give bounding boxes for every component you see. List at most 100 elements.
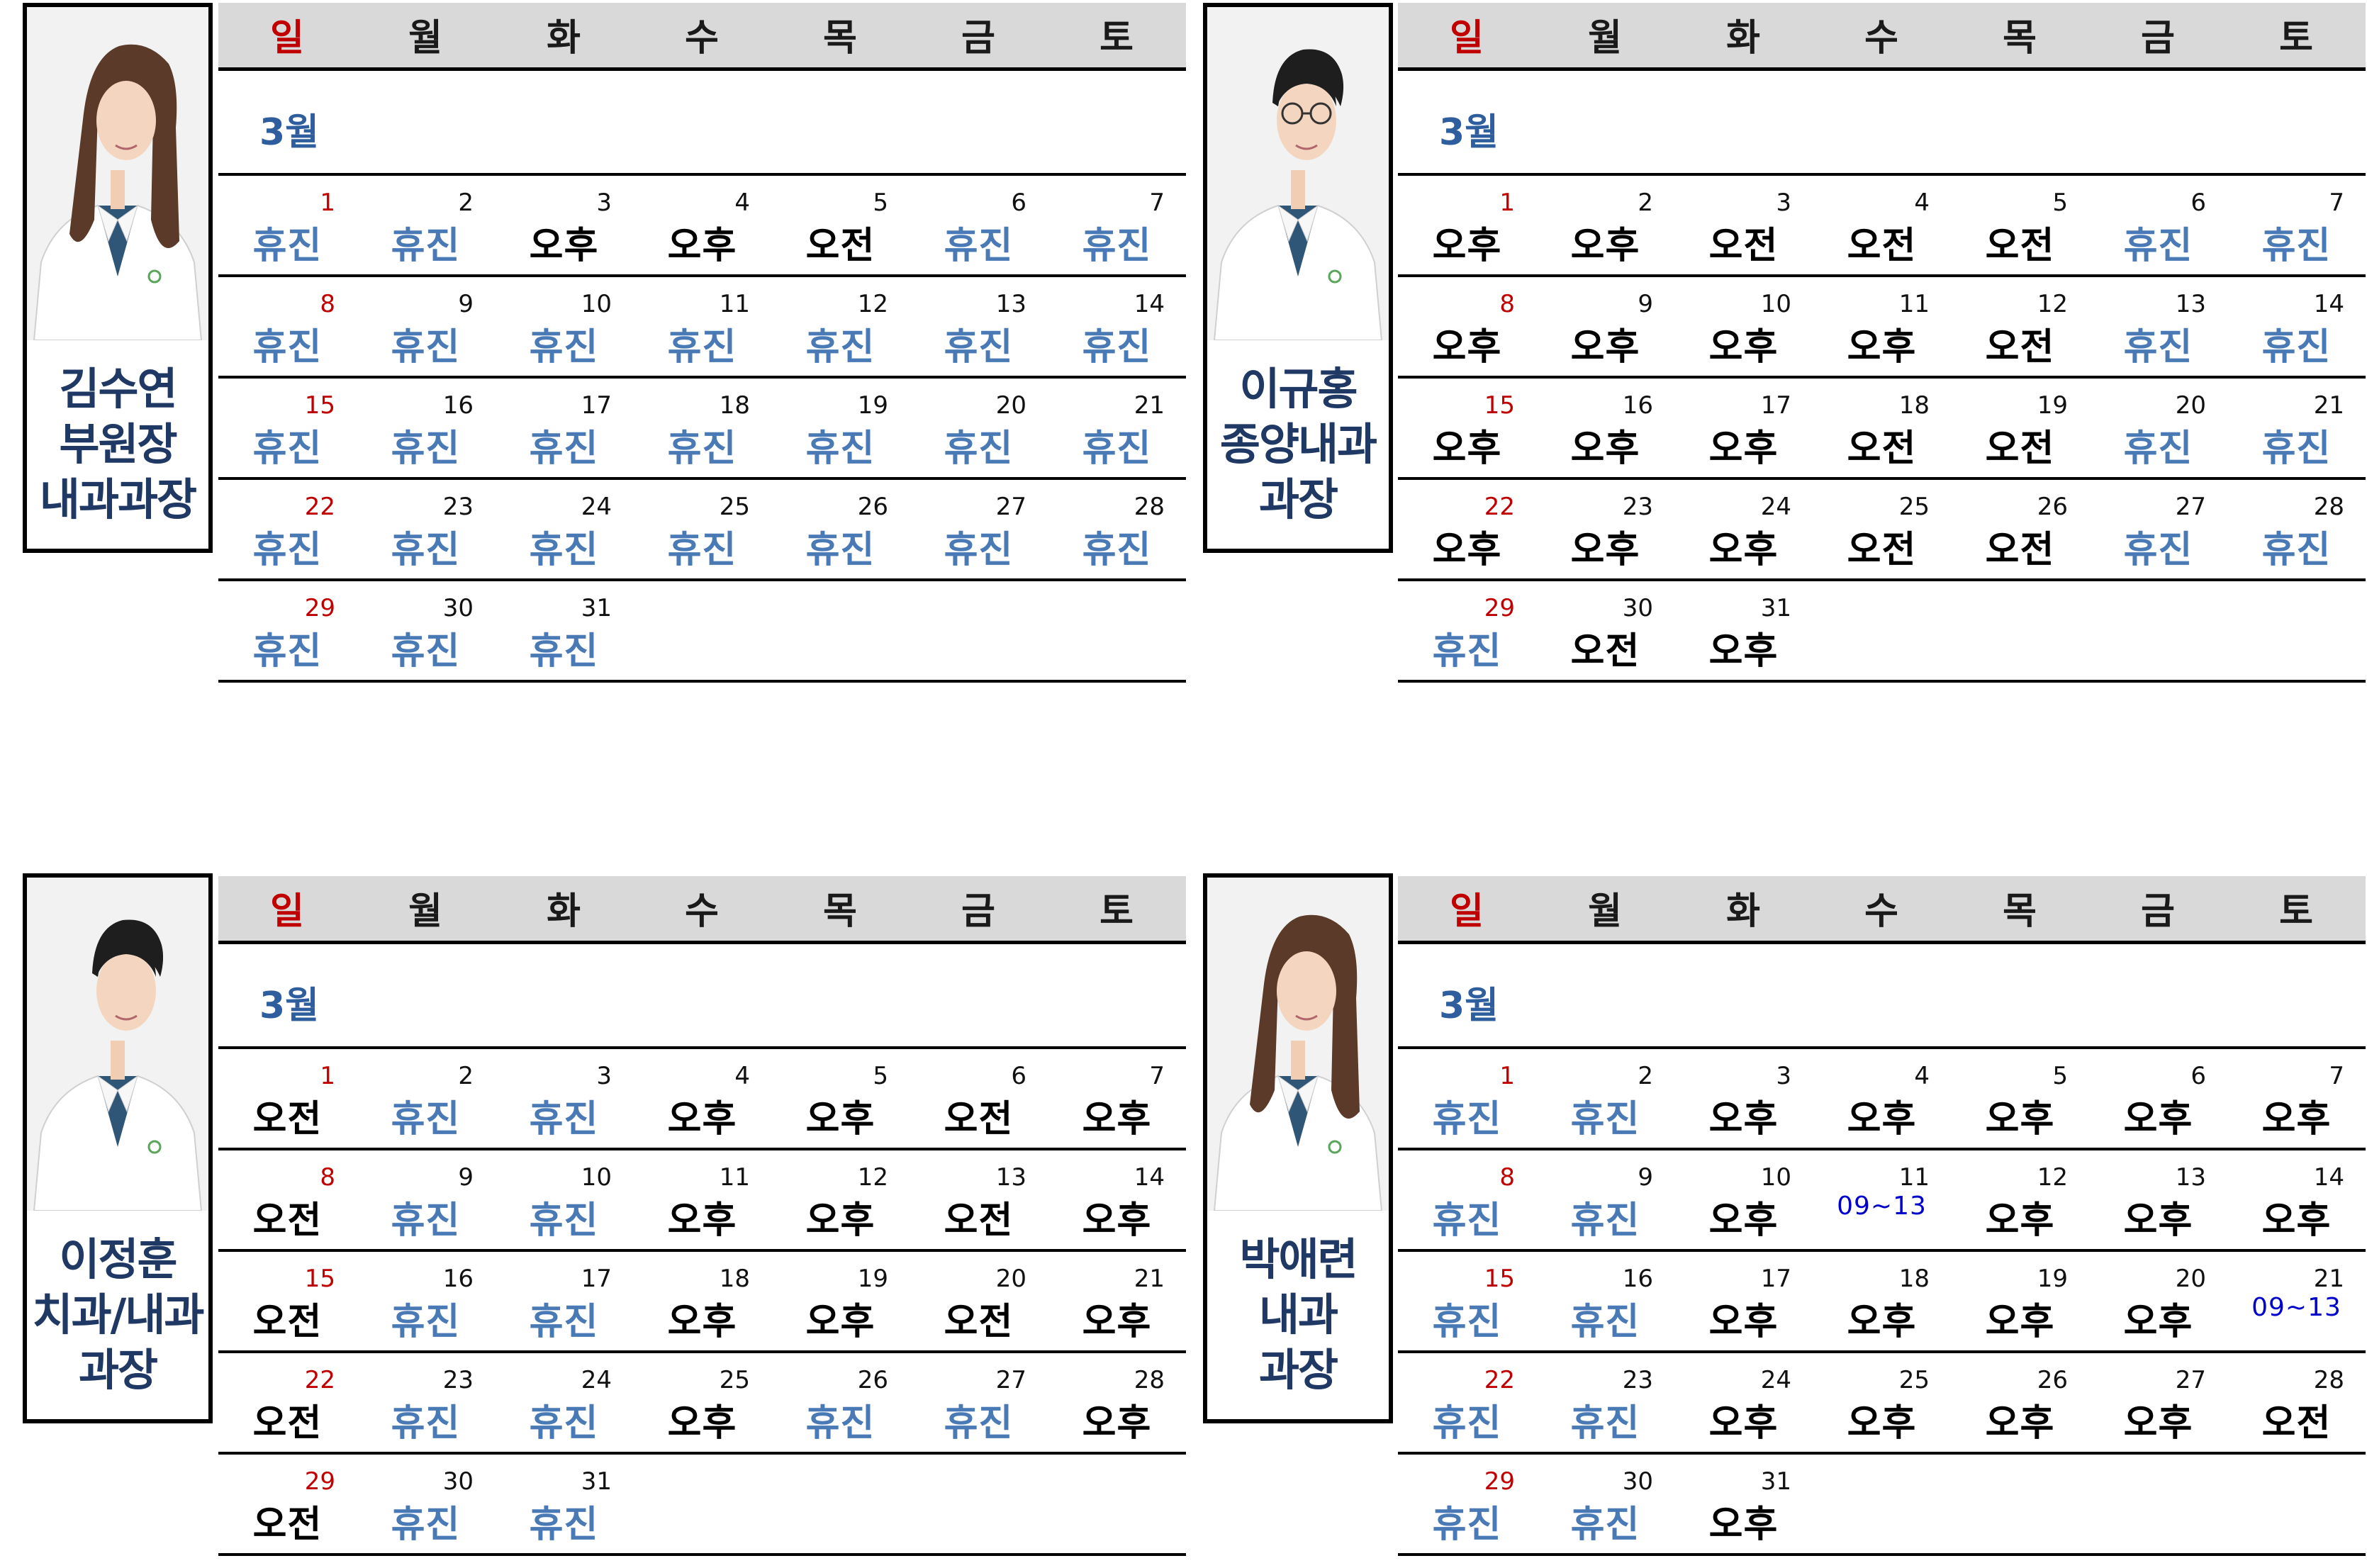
day-cell: 22 오후 <box>1398 480 1536 582</box>
day-number: 3 <box>596 189 612 217</box>
day-cell: 3 휴진 <box>495 1049 633 1151</box>
day-status: 휴진 <box>1432 630 1502 673</box>
day-status: 휴진 <box>1570 1301 1640 1343</box>
day-status: 휴진 <box>529 326 599 369</box>
doctor-name-line: 박애련 <box>1239 1233 1358 1285</box>
day-number: 27 <box>995 1366 1026 1394</box>
day-cell: 4 오전 <box>1813 176 1951 278</box>
doctor-name: 김수연 부원장 내과과장 <box>27 362 208 527</box>
day-cell: 22 휴진 <box>1398 1353 1536 1455</box>
day-status: 휴진 <box>1570 1402 1640 1445</box>
day-status: 오후 <box>1708 326 1779 369</box>
day-cell: 19 휴진 <box>771 379 910 481</box>
day-cell: 1 휴진 <box>218 176 357 278</box>
day-number: 10 <box>581 290 612 318</box>
day-number: 16 <box>442 1265 474 1293</box>
day-status: 오전 <box>944 1098 1014 1141</box>
day-cell: 3 오후 <box>495 176 633 278</box>
day-status: 오전 <box>1570 630 1640 673</box>
day-number: 31 <box>581 1467 612 1496</box>
day-number: 25 <box>719 493 750 521</box>
day-number: 21 <box>2313 1265 2344 1293</box>
day-status: 오후 <box>529 225 599 267</box>
day-cell: 27 휴진 <box>910 480 1048 582</box>
day-status: 휴진 <box>391 1098 461 1141</box>
day-number: 28 <box>2313 1366 2344 1394</box>
day-cell: 12 오후 <box>771 1150 910 1253</box>
day-cell: 15 오전 <box>218 1252 357 1354</box>
day-cell: 31 휴진 <box>495 581 633 683</box>
day-number: 11 <box>1898 290 1930 318</box>
day-number: 31 <box>1760 1467 1791 1496</box>
day-cell: 25 오후 <box>1813 1353 1951 1455</box>
day-status: 휴진 <box>1570 1199 1640 1242</box>
day-status: 오후 <box>1432 225 1502 267</box>
day-status: 휴진 <box>391 427 461 470</box>
day-number: 24 <box>1760 493 1791 521</box>
weekday-label: 일 <box>270 17 305 60</box>
day-number: 20 <box>2175 391 2206 420</box>
day-cell: 7 휴진 <box>1048 176 1186 278</box>
day-number: 23 <box>442 1366 474 1394</box>
day-number: 7 <box>2329 189 2344 217</box>
day-number: 25 <box>1898 1366 1930 1394</box>
day-status: 오후 <box>805 1199 875 1242</box>
day-cell: 15 오후 <box>1398 379 1536 481</box>
day-cell: 3 오전 <box>1674 176 1813 278</box>
day-number: 16 <box>442 391 474 420</box>
day-status: 휴진 <box>529 529 599 571</box>
month-label: 3월 <box>1439 111 1499 154</box>
day-cell: 30 휴진 <box>357 1455 495 1557</box>
weekday-label: 금 <box>2141 17 2176 60</box>
day-status: 오후 <box>1708 1098 1779 1141</box>
day-number: 15 <box>304 1265 335 1293</box>
day-cell: 1 오전 <box>218 1049 357 1151</box>
weekday-header: 일월화수목금토 <box>1398 3 2366 71</box>
day-status: 휴진 <box>1432 1199 1502 1242</box>
day-status: 휴진 <box>1432 1098 1502 1141</box>
day-cell: 11 오후 <box>633 1150 771 1253</box>
day-status: 오전 <box>252 1098 323 1141</box>
day-cell: 4 오후 <box>633 1049 771 1151</box>
day-status: 오후 <box>2123 1402 2193 1445</box>
day-number: 21 <box>2313 391 2344 420</box>
day-number: 21 <box>1134 391 1165 420</box>
day-number: 6 <box>2190 189 2206 217</box>
day-status: 오후 <box>1708 1199 1779 1242</box>
day-cell: 26 휴진 <box>771 480 910 582</box>
day-number: 18 <box>1898 1265 1930 1293</box>
day-number: 26 <box>2037 493 2068 521</box>
day-cell: 23 오후 <box>1536 480 1674 582</box>
day-cell: 24 오후 <box>1674 1353 1813 1455</box>
day-number: 6 <box>1011 189 1026 217</box>
day-status: 휴진 <box>944 529 1014 571</box>
day-status: 오후 <box>1570 326 1640 369</box>
day-cell: 9 오후 <box>1536 277 1674 379</box>
day-number: 1 <box>320 189 335 217</box>
day-number: 14 <box>2313 290 2344 318</box>
day-cell: 16 휴진 <box>1536 1252 1674 1354</box>
weekday-label: 토 <box>1099 890 1134 933</box>
day-cell: 7 오후 <box>2227 1049 2366 1151</box>
doctor-name: 이규홍 종양내과 과장 <box>1207 362 1389 527</box>
calendar: 일 월 화 수 목 금 토 3월 1 오전 2 휴진 3 휴진 4 오후 5 오후 6 오전 7 오후 8 오전 9 휴진 10 휴진… <box>218 876 1186 1563</box>
day-cell: 25 오후 <box>633 1353 771 1455</box>
day-status: 휴진 <box>529 1402 599 1445</box>
day-status: 휴진 <box>667 427 737 470</box>
day-number: 24 <box>1760 1366 1791 1394</box>
day-number: 12 <box>857 1163 888 1192</box>
day-number: 22 <box>1484 1366 1515 1394</box>
day-status: 오후 <box>1570 529 1640 571</box>
day-number: 7 <box>2329 1062 2344 1090</box>
weekday-label: 토 <box>2279 17 2314 60</box>
day-status: 오전 <box>252 1301 323 1343</box>
day-cell: 18 오후 <box>633 1252 771 1354</box>
day-cell: 31 오후 <box>1674 1455 1813 1557</box>
day-status: 오후 <box>1708 427 1779 470</box>
weekday-label: 목 <box>2003 17 2037 60</box>
doctor-photo <box>27 7 208 340</box>
day-number: 22 <box>304 493 335 521</box>
day-status: 오후 <box>667 225 737 267</box>
day-cell: 10 휴진 <box>495 1150 633 1253</box>
day-cell: 13 오후 <box>2089 1150 2227 1253</box>
